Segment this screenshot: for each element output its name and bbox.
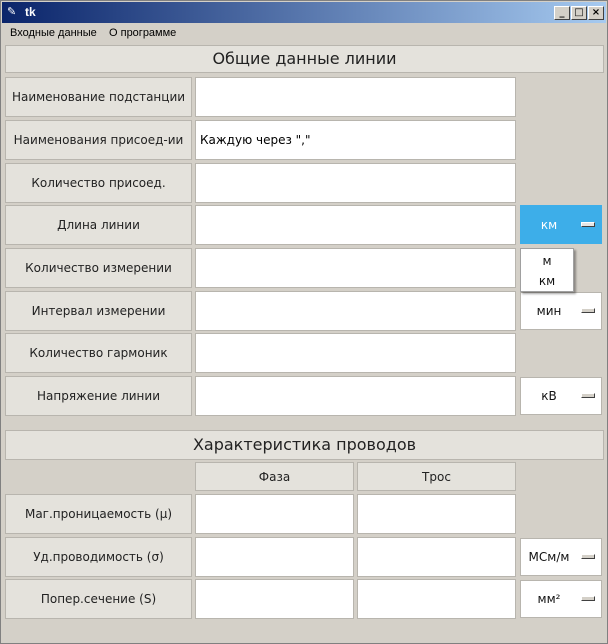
close-icon: × [591, 7, 601, 18]
label-measurement-count: Количество измерении [5, 248, 192, 288]
dropdown-option-km[interactable]: км [521, 271, 573, 291]
cross-section-phase-input[interactable] [195, 579, 354, 619]
column-header-ground-wire: Трос [357, 462, 516, 491]
feather-icon: ✎ [7, 6, 17, 18]
measurement-interval-input[interactable] [195, 291, 516, 331]
label-measurement-interval: Интервал измерении [5, 291, 192, 331]
maximize-icon: □ [574, 7, 584, 18]
label-line-voltage: Напряжение линии [5, 376, 192, 416]
general-section-header: Общие данные линии [5, 45, 604, 73]
conductivity-unit-menu[interactable]: МСм/м [520, 538, 602, 576]
conductivity-unit-value: МСм/м [528, 550, 570, 564]
interval-unit-value: мин [536, 304, 562, 318]
label-line-length: Длина линии [5, 205, 192, 245]
permeability-phase-input[interactable] [195, 494, 354, 534]
dropdown-option-m[interactable]: м [521, 251, 573, 271]
close-button[interactable]: × [588, 6, 604, 20]
menu-input-data[interactable]: Входные данные [10, 26, 97, 40]
label-conductivity: Уд.проводимость (σ) [5, 537, 192, 577]
maximize-button[interactable]: □ [571, 6, 587, 20]
minimize-icon: _ [559, 7, 565, 18]
option-menu-indicator-icon [581, 554, 595, 559]
permeability-ground-wire-input[interactable] [357, 494, 516, 534]
wires-section-header: Характеристика проводов [5, 430, 604, 460]
line-voltage-input[interactable] [195, 376, 516, 416]
cross-section-ground-wire-input[interactable] [357, 579, 516, 619]
length-unit-menu[interactable]: км [520, 205, 602, 244]
line-length-input[interactable] [195, 205, 516, 245]
option-menu-indicator-icon [581, 308, 595, 313]
app-window: ✎ tk _ □ × Входные данные О программе Об… [0, 0, 608, 644]
label-cross-section: Попер.сечение (S) [5, 579, 192, 619]
substation-name-input[interactable] [195, 77, 516, 117]
title-bar[interactable]: ✎ tk _ □ × [2, 2, 606, 23]
label-harmonics-count: Количество гармоник [5, 333, 192, 373]
label-connection-names: Наименования присоед-ии [5, 120, 192, 160]
option-menu-indicator-icon [581, 393, 595, 398]
conductivity-phase-input[interactable] [195, 537, 354, 577]
measurement-count-input[interactable] [195, 248, 516, 288]
minimize-button[interactable]: _ [554, 6, 570, 20]
cross-section-unit-menu[interactable]: мм² [520, 580, 602, 618]
harmonics-count-input[interactable] [195, 333, 516, 373]
window-title: tk [25, 5, 36, 19]
label-substation-name: Наименование подстанции [5, 77, 192, 117]
connection-count-input[interactable] [195, 163, 516, 203]
option-menu-indicator-icon [581, 221, 595, 227]
cross-section-unit-value: мм² [537, 592, 561, 606]
conductivity-ground-wire-input[interactable] [357, 537, 516, 577]
length-unit-value: км [540, 217, 558, 232]
menu-bar: Входные данные О программе [2, 24, 606, 42]
length-unit-dropdown: м км [520, 248, 574, 292]
option-menu-indicator-icon [581, 596, 595, 601]
interval-unit-menu[interactable]: мин [520, 292, 602, 330]
voltage-unit-value: кВ [541, 389, 557, 403]
column-header-phase: Фаза [195, 462, 354, 491]
voltage-unit-menu[interactable]: кВ [520, 377, 602, 415]
connection-names-input[interactable]: Каждую через "," [195, 120, 516, 160]
label-connection-count: Количество присоед. [5, 163, 192, 203]
label-permeability: Маг.проницаемость (μ) [5, 494, 192, 534]
menu-about[interactable]: О программе [109, 26, 176, 40]
